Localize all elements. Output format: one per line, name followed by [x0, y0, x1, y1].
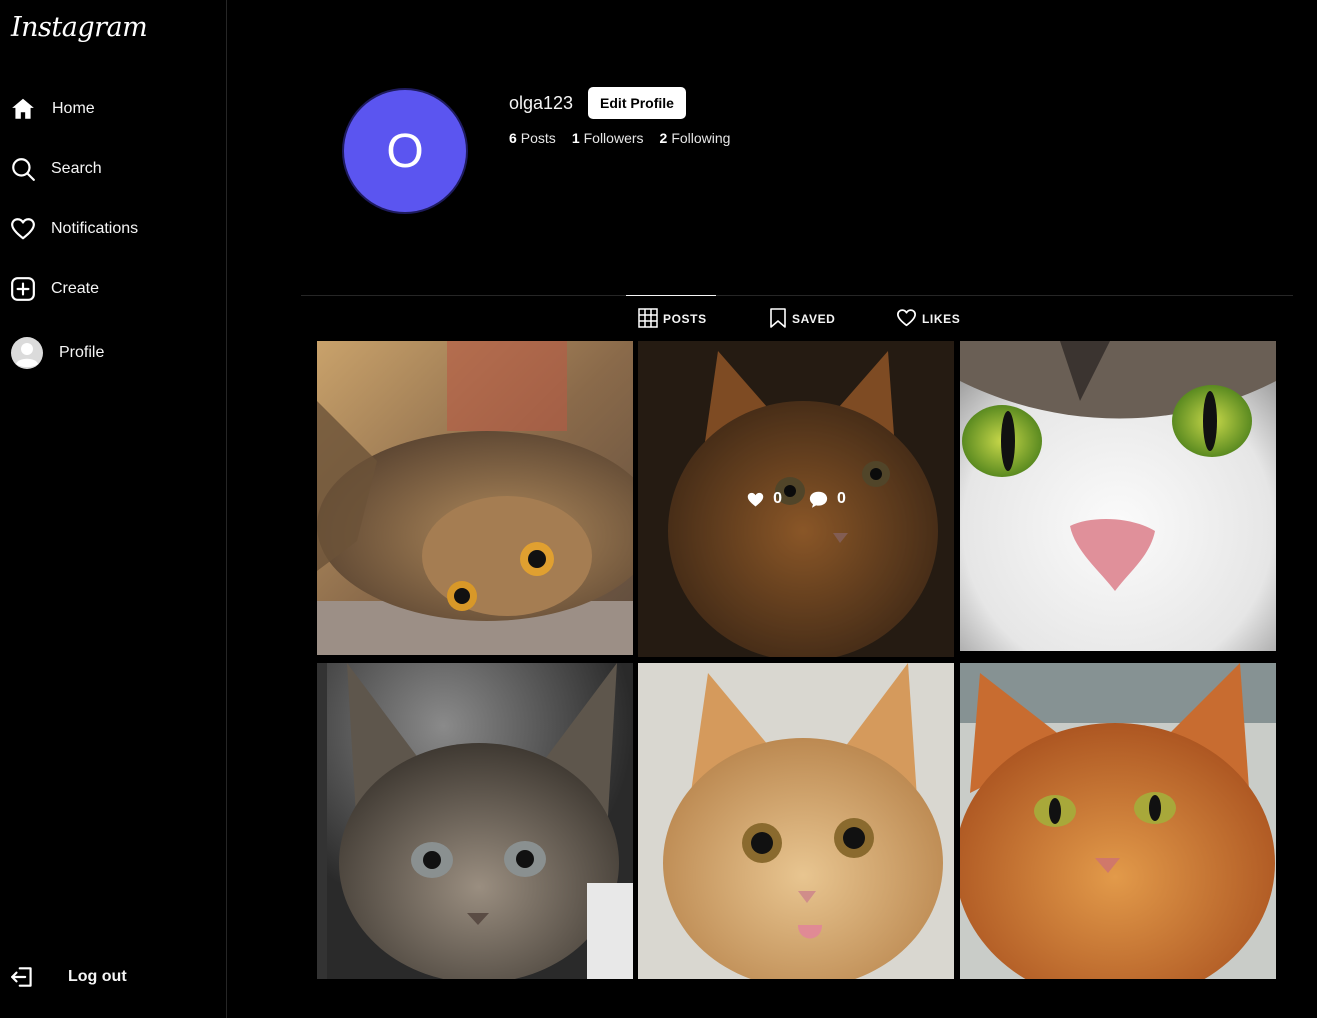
- post-hover-overlay: 0 0: [638, 341, 954, 657]
- post-image: [638, 663, 954, 979]
- post-image: [317, 341, 633, 655]
- sidebar-item-search[interactable]: Search: [0, 145, 226, 193]
- active-tab-indicator: [626, 295, 716, 296]
- likes-count: 0: [773, 490, 782, 507]
- post-tile-6[interactable]: [960, 663, 1276, 979]
- tab-label: SAVED: [792, 312, 836, 326]
- post-tile-5[interactable]: [638, 663, 954, 979]
- sidebar-item-label: Search: [51, 160, 102, 177]
- logout-icon: [10, 964, 36, 990]
- followers-count: 1: [571, 130, 580, 146]
- post-image: [960, 663, 1276, 979]
- logout-label: Log out: [68, 968, 127, 985]
- post-image: [960, 341, 1276, 651]
- home-icon: [10, 96, 36, 122]
- sidebar-item-home[interactable]: Home: [0, 85, 226, 133]
- edit-profile-button[interactable]: Edit Profile: [588, 87, 686, 119]
- sidebar: Instagram Home Search Notifications Crea…: [0, 0, 227, 1018]
- profile-username: olga123: [509, 93, 574, 113]
- plus-square-icon: [10, 276, 36, 302]
- sidebar-item-label: Create: [51, 280, 100, 297]
- post-image: [317, 663, 633, 979]
- comments-count: 0: [837, 490, 846, 507]
- instagram-logo[interactable]: Instagram: [11, 12, 148, 43]
- posts-label: Posts: [520, 130, 556, 146]
- sidebar-item-notifications[interactable]: Notifications: [0, 205, 226, 253]
- tab-saved[interactable]: SAVED: [769, 307, 836, 331]
- post-tile-3[interactable]: [960, 341, 1276, 651]
- sidebar-item-label: Home: [52, 100, 95, 117]
- tab-posts[interactable]: POSTS: [638, 307, 707, 331]
- avatar-initial: O: [386, 124, 424, 178]
- following-count: 2: [659, 130, 668, 146]
- followers-stat[interactable]: 1 Followers: [572, 130, 644, 146]
- post-tile-2[interactable]: 0 0: [638, 341, 954, 657]
- tabs-divider: [301, 295, 1293, 296]
- tab-label: LIKES: [922, 312, 961, 326]
- post-likes: 0: [746, 490, 782, 508]
- heart-outline-icon: [896, 308, 917, 330]
- comment-filled-icon: [809, 491, 828, 508]
- sidebar-item-profile[interactable]: Profile: [0, 329, 226, 377]
- sidebar-item-label: Notifications: [51, 220, 139, 237]
- followers-label: Followers: [583, 130, 644, 146]
- bookmark-icon: [769, 307, 787, 331]
- heart-icon: [10, 216, 36, 242]
- post-comments: 0: [808, 490, 846, 509]
- post-tile-1[interactable]: [317, 341, 633, 655]
- posts-stat[interactable]: 6 Posts: [509, 130, 556, 146]
- sidebar-item-create[interactable]: Create: [0, 265, 226, 313]
- following-stat[interactable]: 2 Following: [660, 130, 731, 146]
- tab-likes[interactable]: LIKES: [896, 308, 960, 330]
- heart-filled-icon: [747, 492, 764, 506]
- user-avatar-icon: [10, 336, 44, 370]
- sidebar-item-label: Profile: [59, 344, 105, 361]
- tab-label: POSTS: [663, 312, 707, 326]
- profile-stats: 6 Posts 1 Followers 2 Following: [509, 130, 730, 146]
- logout-button[interactable]: Log out: [0, 953, 226, 1001]
- grid-icon: [638, 307, 658, 331]
- posts-count: 6: [509, 130, 517, 146]
- following-label: Following: [671, 130, 731, 146]
- post-tile-4[interactable]: [317, 663, 633, 979]
- profile-avatar[interactable]: O: [342, 88, 468, 214]
- search-icon: [10, 156, 36, 182]
